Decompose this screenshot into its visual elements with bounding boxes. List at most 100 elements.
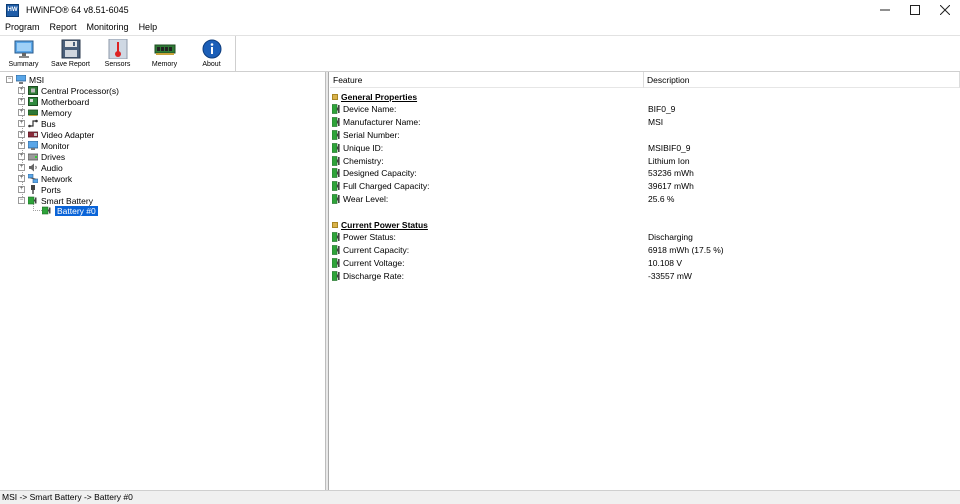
detail-row[interactable]: Device Name: BIF0_9: [330, 103, 960, 116]
menu-program[interactable]: Program: [0, 20, 45, 35]
memory-button[interactable]: Memory: [141, 36, 188, 71]
tree-item-motherboard[interactable]: + Motherboard: [18, 96, 89, 107]
description-value: MSI: [648, 117, 664, 128]
section-title: General Properties: [341, 91, 418, 102]
window-controls: [870, 0, 960, 20]
expand-icon[interactable]: +: [18, 109, 25, 116]
tree-item-battery-0[interactable]: Battery #0: [42, 204, 99, 217]
detail-row[interactable]: Wear Level: 25.6 %: [330, 192, 960, 205]
summary-button[interactable]: Summary: [0, 36, 47, 71]
tree-item-network[interactable]: + Network: [18, 173, 72, 184]
tree-item-label: MSI: [29, 74, 45, 85]
thermometer-icon: [107, 39, 129, 59]
detail-row[interactable]: Manufacturer Name: MSI: [330, 116, 960, 129]
description-column-header[interactable]: Description: [644, 72, 960, 88]
collapse-icon[interactable]: −: [18, 197, 25, 204]
save-report-button[interactable]: Save Report: [47, 36, 94, 71]
save-report-label: Save Report: [51, 61, 90, 68]
maximize-button[interactable]: [900, 0, 930, 20]
device-tree[interactable]: − MSI + Central Processor(s) + Motherboa…: [0, 72, 326, 490]
battery-icon: [332, 168, 341, 179]
tree-item-label: Monitor: [41, 140, 70, 151]
tree-item-cpu[interactable]: + Central Processor(s): [18, 85, 119, 96]
expand-icon[interactable]: +: [18, 87, 25, 94]
tree-item-memory[interactable]: + Memory: [18, 107, 72, 118]
feature-label: Current Capacity:: [343, 245, 410, 256]
section-header[interactable]: Current Power Status: [330, 218, 960, 231]
summary-label: Summary: [8, 61, 39, 68]
tree-item-label: Drives: [41, 151, 66, 162]
battery-icon: [332, 245, 341, 255]
detail-row[interactable]: Designed Capacity: 53236 mWh: [330, 167, 960, 180]
about-label: About: [202, 61, 221, 68]
description-value: -33557 mW: [648, 270, 692, 281]
title-bar: HW HWiNFO® 64 v8.51-6045: [0, 0, 960, 20]
tree-item-root[interactable]: − MSI: [6, 74, 44, 85]
tree-item-bus[interactable]: + Bus: [18, 118, 56, 129]
tree-item-label: Memory: [41, 107, 72, 118]
expand-icon[interactable]: +: [18, 142, 25, 149]
expand-icon[interactable]: +: [18, 186, 25, 193]
battery-icon: [332, 232, 341, 243]
section-title: Current Power Status: [341, 219, 428, 230]
about-button[interactable]: About: [188, 36, 235, 71]
detail-row[interactable]: Discharge Rate: -33557 mW: [330, 269, 960, 282]
bus-icon: [28, 119, 38, 128]
menu-report[interactable]: Report: [45, 20, 82, 35]
expand-icon[interactable]: +: [18, 153, 25, 160]
detail-row[interactable]: Power Status: Discharging: [330, 231, 960, 244]
battery-icon: [332, 142, 341, 153]
detail-row[interactable]: Full Charged Capacity: 39617 mWh: [330, 180, 960, 193]
menu-help[interactable]: Help: [134, 20, 163, 35]
battery-icon: [332, 258, 341, 268]
detail-row[interactable]: Chemistry: Lithium Ion: [330, 154, 960, 167]
detail-row[interactable]: Current Voltage: 10.108 V: [330, 256, 960, 269]
tree-item-monitor[interactable]: + Monitor: [18, 140, 69, 151]
description-value: MSIBIF0_9: [648, 142, 691, 153]
feature-label: Unique ID:: [343, 142, 384, 153]
expand-icon[interactable]: +: [18, 98, 25, 105]
tree-item-ports[interactable]: + Ports: [18, 184, 61, 195]
expand-icon[interactable]: +: [18, 120, 25, 127]
collapse-icon[interactable]: −: [6, 76, 13, 83]
description-value: BIF0_9: [648, 104, 676, 115]
feature-cell: Full Charged Capacity:: [332, 181, 429, 191]
drive-icon: [28, 152, 38, 161]
floppy-disk-icon: [60, 39, 82, 59]
expand-icon[interactable]: +: [18, 131, 25, 138]
battery-icon: [332, 104, 341, 115]
minimize-button[interactable]: [870, 0, 900, 20]
memory-icon: [28, 108, 38, 117]
description-value: 25.6 %: [648, 193, 675, 204]
battery-icon: [332, 130, 341, 140]
detail-row[interactable]: Current Capacity: 6918 mWh (17.5 %): [330, 244, 960, 257]
section-header[interactable]: General Properties: [330, 90, 960, 103]
menu-monitoring[interactable]: Monitoring: [82, 20, 134, 35]
tree-item-label: Video Adapter: [41, 129, 95, 140]
expand-icon[interactable]: +: [18, 164, 25, 171]
close-button[interactable]: [930, 0, 960, 20]
tree-item-video-adapter[interactable]: + Video Adapter: [18, 129, 94, 140]
feature-label: Full Charged Capacity:: [343, 181, 430, 192]
feature-column-header[interactable]: Feature: [330, 72, 644, 88]
monitor-icon: [13, 39, 35, 59]
cpu-icon: [28, 86, 38, 95]
detail-row[interactable]: Serial Number:: [330, 128, 960, 141]
tree-item-label: Network: [41, 173, 73, 184]
network-icon: [28, 174, 38, 183]
tree-item-drives[interactable]: + Drives: [18, 151, 65, 162]
feature-label: Discharge Rate:: [343, 270, 404, 281]
feature-cell: Chemistry:: [332, 156, 384, 166]
feature-cell: Power Status:: [332, 232, 396, 242]
hwinfo-app-icon: HW: [6, 3, 19, 17]
status-path: MSI -> Smart Battery -> Battery #0: [2, 492, 133, 502]
info-icon: [201, 39, 223, 59]
detail-row[interactable]: Unique ID: MSIBIF0_9: [330, 141, 960, 154]
pane-splitter[interactable]: [326, 72, 329, 490]
battery-icon: [332, 117, 341, 127]
tree-item-audio[interactable]: + Audio: [18, 162, 63, 173]
video-adapter-icon: [28, 130, 38, 139]
expand-icon[interactable]: +: [18, 175, 25, 182]
details-list[interactable]: Feature Description General Properties De…: [330, 72, 960, 490]
sensors-button[interactable]: Sensors: [94, 36, 141, 71]
